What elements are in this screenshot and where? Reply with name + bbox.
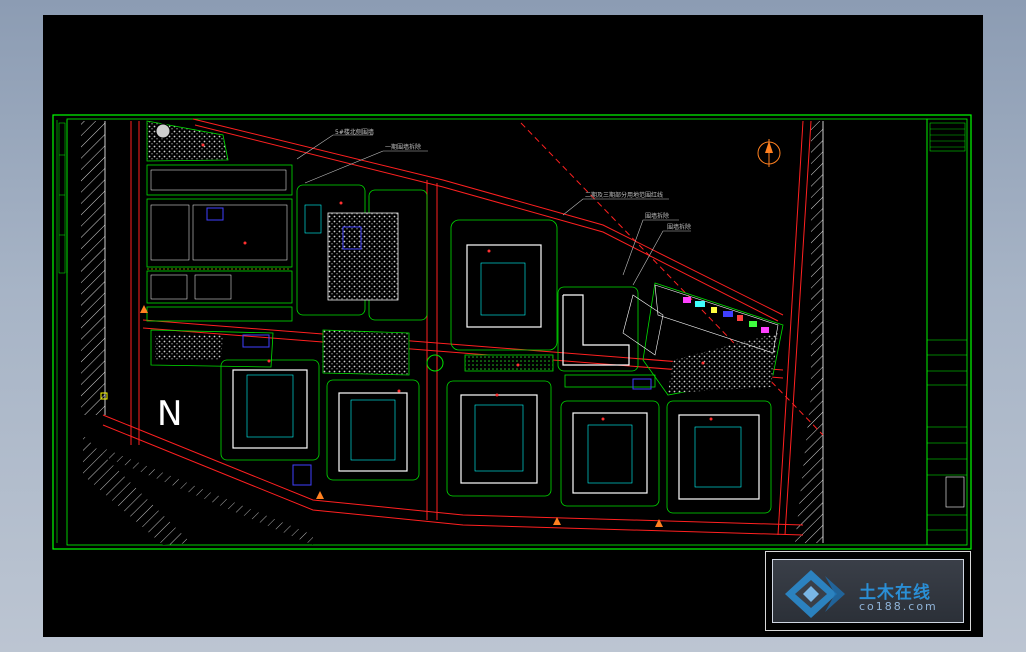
co188-logo-icon	[785, 570, 845, 618]
southwest-hatch-strip	[83, 435, 191, 545]
west-hatch-strip	[81, 121, 105, 415]
northwest-block	[146, 120, 293, 322]
watermark-panel: 土木在线 co188.com	[772, 559, 964, 623]
compass-symbol	[757, 139, 781, 167]
north-letter: N	[157, 394, 182, 434]
west-middle-block	[150, 329, 274, 368]
roundabout	[426, 354, 444, 372]
site-plan-drawing: N 5#楼北侧围墙 一期围墙拆除 二期及三期部分用地范围红线 围墙拆除 围墙拆除	[52, 114, 972, 550]
tree-symbol	[155, 123, 171, 139]
north-middle-block	[296, 184, 428, 321]
annotation-phase1-wall-removal: 一期围墙拆除	[385, 143, 421, 151]
watermark-logo: 土木在线 co188.com	[765, 551, 971, 631]
northeast-zone	[622, 282, 784, 396]
cad-drawing-canvas: N 5#楼北侧围墙 一期围墙拆除 二期及三期部分用地范围红线 围墙拆除 围墙拆除…	[43, 15, 983, 637]
watermark-url-text: co188.com	[859, 600, 938, 613]
road-network	[102, 118, 824, 536]
annotation-north-wall: 5#楼北侧围墙	[335, 128, 374, 136]
central-plaza	[322, 329, 410, 376]
annotation-wall-removal-1: 围墙拆除	[645, 212, 669, 220]
annotation-wall-removal-2: 围墙拆除	[667, 223, 691, 231]
title-block	[926, 118, 968, 546]
left-legend-strip	[56, 120, 68, 543]
annotation-redline-boundary: 二期及三期部分用地范围红线	[585, 191, 663, 199]
